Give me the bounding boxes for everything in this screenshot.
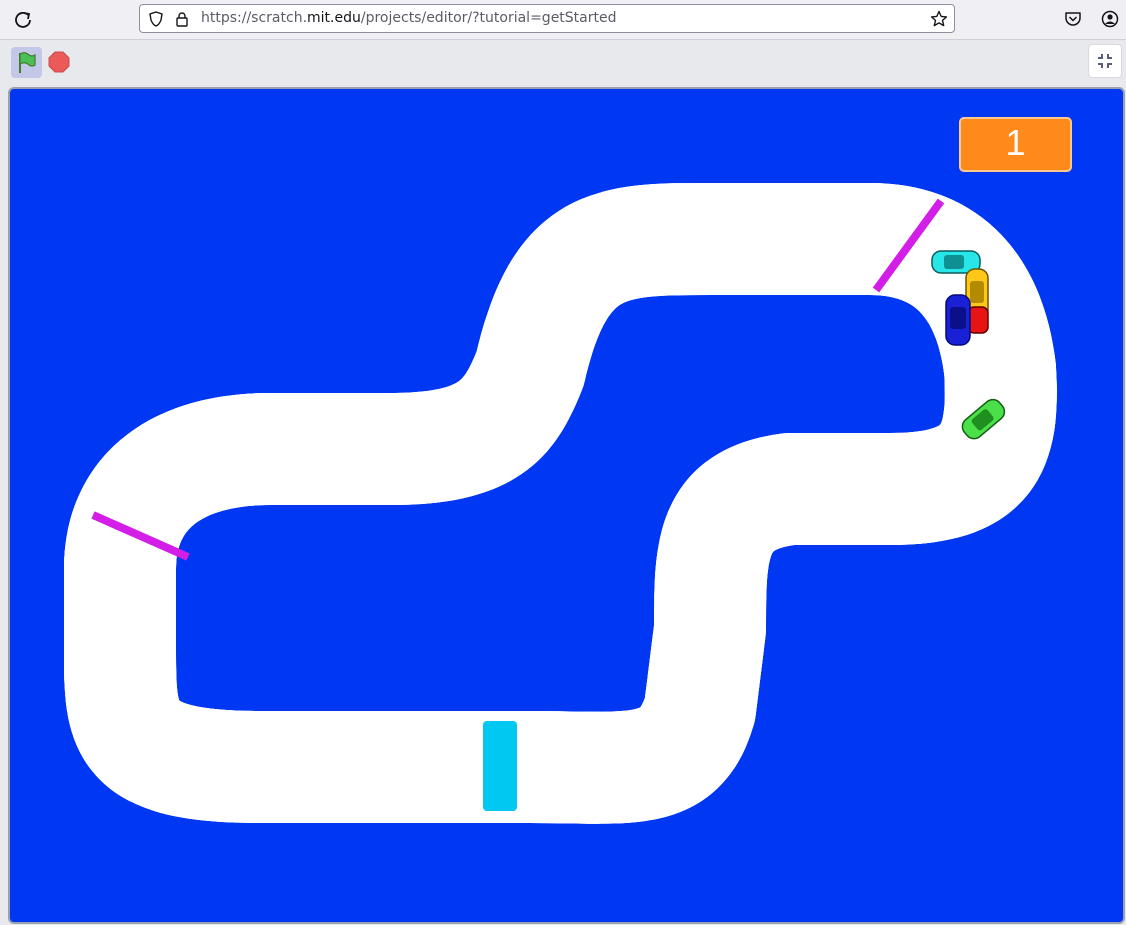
race-track xyxy=(64,183,1123,922)
url-domain: mit.edu xyxy=(307,10,361,26)
green-flag-button[interactable] xyxy=(11,47,42,78)
lap-counter: 1 xyxy=(959,117,1072,172)
pocket-icon[interactable] xyxy=(1064,10,1082,28)
url-prefix: https://scratch. xyxy=(201,10,308,26)
shield-icon[interactable] xyxy=(148,11,164,27)
reload-icon[interactable] xyxy=(12,9,34,31)
address-bar[interactable]: https://scratch.mit.edu/projects/editor/… xyxy=(139,4,955,33)
exit-fullscreen-icon xyxy=(1098,54,1112,68)
center-line xyxy=(120,239,1001,768)
url-text[interactable]: https://scratch.mit.edu/projects/editor/… xyxy=(201,10,617,26)
green-flag-icon xyxy=(19,52,36,73)
bookmark-star-icon[interactable] xyxy=(930,10,948,28)
blue-car xyxy=(945,294,971,346)
player-controls xyxy=(0,40,1126,86)
exit-fullscreen-button[interactable] xyxy=(1088,44,1122,78)
red-car xyxy=(967,306,989,334)
account-icon[interactable] xyxy=(1101,10,1119,28)
lock-icon[interactable] xyxy=(174,11,190,27)
stage-canvas[interactable]: 1 xyxy=(8,87,1125,924)
finish-line xyxy=(483,721,517,811)
url-path: /projects/editor/?tutorial=getStarted xyxy=(360,10,617,26)
stop-icon[interactable] xyxy=(48,51,70,73)
browser-toolbar: https://scratch.mit.edu/projects/editor/… xyxy=(0,0,1126,40)
